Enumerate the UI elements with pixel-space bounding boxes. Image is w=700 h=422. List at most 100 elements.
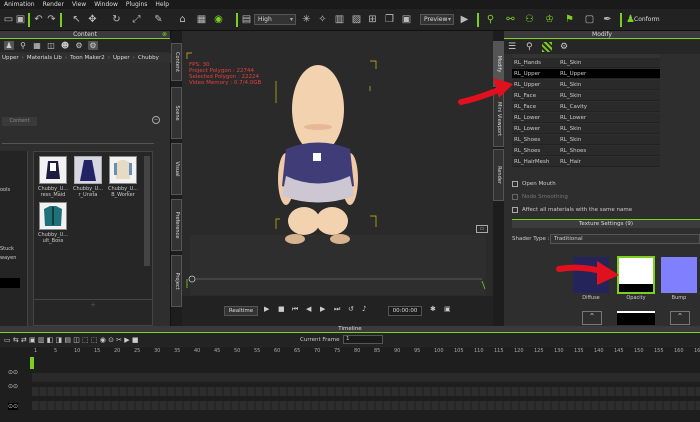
glow-slot[interactable]: ⌃: [670, 311, 690, 325]
playhead[interactable]: [30, 357, 34, 369]
collapse-icon[interactable]: −: [152, 116, 160, 124]
tab-materials[interactable]: ⚙: [74, 41, 84, 50]
hat-icon[interactable]: ♔: [543, 13, 556, 26]
move-icon[interactable]: ✥: [86, 13, 99, 26]
tree-item[interactable]: wayen: [0, 255, 16, 261]
menu-view[interactable]: View: [72, 1, 86, 8]
play-icon[interactable]: ▶: [264, 305, 269, 313]
breadcrumb-item[interactable]: Upper: [2, 53, 19, 63]
loop-icon[interactable]: ↺: [348, 305, 354, 313]
tab-scene[interactable]: ▦: [32, 41, 42, 50]
breadcrumb-item[interactable]: Materials Lib: [27, 53, 62, 63]
track-toggle-icon[interactable]: ⊙⊙: [8, 403, 19, 410]
realtime-dropdown[interactable]: Realtime: [224, 306, 258, 316]
vtab-render[interactable]: Render: [493, 149, 504, 201]
material-row[interactable]: RL_Shoes RL_Skin: [512, 135, 660, 145]
frame-icon[interactable]: ▣: [444, 305, 451, 313]
timecode-field[interactable]: 00:00:00: [388, 306, 422, 316]
thumb-maid[interactable]: [39, 156, 67, 184]
figure-icon[interactable]: ⚲: [484, 13, 497, 26]
vtab-preference[interactable]: Preference: [171, 199, 182, 251]
save-icon[interactable]: ▣: [14, 13, 27, 26]
breadcrumb-item[interactable]: Upper: [113, 53, 130, 63]
undo-icon[interactable]: ↶: [32, 13, 45, 26]
material-row[interactable]: RL_Lower RL_Lower: [512, 113, 660, 123]
camera-icon[interactable]: ▢: [583, 13, 596, 26]
camera-view-icon[interactable]: ▣: [400, 13, 413, 26]
tree-item[interactable]: Stuck: [0, 246, 14, 252]
sliders-icon[interactable]: ☰: [508, 42, 516, 52]
camera-grid-icon[interactable]: ▦: [195, 13, 208, 26]
material-row[interactable]: RL_Face RL_Skin: [512, 91, 660, 101]
figure-icon[interactable]: ⚲: [526, 42, 533, 52]
affect-all-checkbox[interactable]: [512, 207, 518, 213]
tab-props[interactable]: ◫: [46, 41, 56, 50]
first-frame-icon[interactable]: ⏮: [292, 305, 298, 314]
menu-plugins[interactable]: Plugins: [126, 1, 148, 8]
boxes-icon[interactable]: ❒: [383, 13, 396, 26]
material-row[interactable]: RL_Hands RL_Skin: [512, 58, 660, 68]
vtab-visual[interactable]: Visual: [171, 143, 182, 195]
redo-icon[interactable]: ↷: [45, 13, 58, 26]
tab-figure[interactable]: ♟: [4, 41, 14, 50]
prev-key-icon[interactable]: ◀: [306, 305, 311, 313]
thumb-boss[interactable]: [39, 202, 67, 230]
bump-texture[interactable]: [661, 257, 697, 293]
material-row[interactable]: RL_Upper RL_Skin: [512, 80, 660, 90]
current-frame-field[interactable]: 1: [343, 335, 383, 344]
material-row[interactable]: RL_Face RL_Cavity: [512, 102, 660, 112]
vtab-project[interactable]: Project: [171, 255, 182, 307]
video-icon[interactable]: ▶: [458, 13, 471, 26]
vtab-scene[interactable]: Scene: [171, 87, 182, 139]
conform-button[interactable]: Conform: [634, 13, 666, 26]
tab-motion[interactable]: ⚲: [18, 41, 28, 50]
material-row[interactable]: RL_HairMesh RL_Hair: [512, 157, 660, 167]
wire-icon[interactable]: ▨: [350, 13, 363, 26]
shader-type-dropdown[interactable]: Traditional: [550, 234, 700, 244]
breadcrumb-item[interactable]: Toon Maker2: [70, 53, 105, 63]
smoothing-checkbox[interactable]: [512, 194, 518, 200]
fx-icon[interactable]: ✧: [316, 13, 329, 26]
select-icon[interactable]: ↖: [70, 13, 83, 26]
grid-icon[interactable]: ⊞: [366, 13, 379, 26]
next-key-icon[interactable]: ▶: [320, 305, 325, 313]
flag-icon[interactable]: ⚑: [563, 13, 576, 26]
body-icon[interactable]: ⚇: [523, 13, 536, 26]
shade-icon[interactable]: ▥: [333, 13, 346, 26]
timeline-tool-icon[interactable]: ▭ ⇆ ⇄ ▣ ▥ ◧ ◨ ▤ ◫ ⬚ ⬚ ◉ ⊙ ✂ ▶ ■: [4, 336, 138, 344]
rotate-icon[interactable]: ↻: [110, 13, 123, 26]
eyedropper-icon[interactable]: ✒: [601, 13, 614, 26]
gear-icon[interactable]: ⚙: [560, 42, 568, 52]
material-row[interactable]: RL_Upper RL_Upper: [512, 69, 660, 79]
preview-dropdown[interactable]: Preview: [420, 14, 454, 25]
tab-textures[interactable]: ⚙: [88, 41, 98, 50]
pen-icon[interactable]: ✎: [152, 13, 165, 26]
menu-animation[interactable]: Animation: [4, 1, 35, 8]
close-panel-icon[interactable]: ⊗: [162, 31, 167, 38]
eye-icon[interactable]: ◉: [212, 13, 225, 26]
thumb-unsta[interactable]: [74, 156, 102, 184]
specular-texture[interactable]: [617, 311, 655, 325]
caption-icon[interactable]: ▭: [476, 225, 488, 233]
checker-icon[interactable]: [542, 42, 552, 52]
tab-face[interactable]: ☻: [60, 41, 70, 50]
material-row[interactable]: RL_Lower RL_Skin: [512, 124, 660, 134]
tree-item[interactable]: ools: [0, 187, 10, 193]
grid-scrollbar[interactable]: [144, 156, 150, 266]
content-search-input[interactable]: Content: [2, 117, 37, 126]
morph-icon[interactable]: ⚯: [504, 13, 517, 26]
menu-help[interactable]: Help: [155, 1, 169, 8]
scale-icon[interactable]: ⤢: [130, 13, 143, 26]
specular-slot[interactable]: ⌃: [582, 311, 602, 325]
texture-settings-header[interactable]: Texture Settings (9): [512, 219, 700, 228]
last-frame-icon[interactable]: ⏭: [334, 305, 340, 314]
vtab-content[interactable]: Content: [171, 43, 182, 81]
material-row[interactable]: RL_Shoes RL_Shoes: [512, 146, 660, 156]
lock-icon[interactable]: ⌂: [176, 13, 189, 26]
render-icon[interactable]: ▤: [240, 13, 253, 26]
light-icon[interactable]: ✳: [300, 13, 313, 26]
menu-render[interactable]: Render: [43, 1, 64, 8]
quality-dropdown[interactable]: High: [254, 14, 296, 25]
track-toggle-icon[interactable]: ⊙⊙: [8, 383, 18, 390]
breadcrumb-item[interactable]: Chubby: [138, 53, 159, 63]
